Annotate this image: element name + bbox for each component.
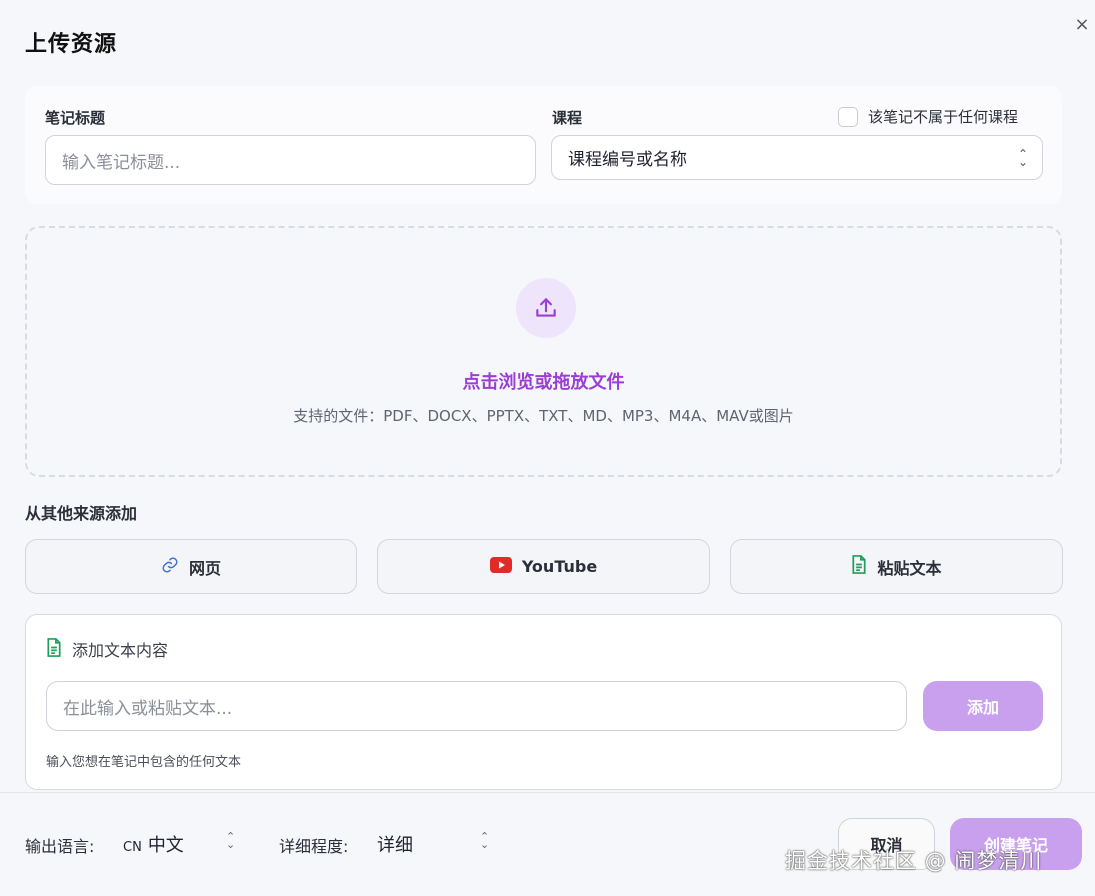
text-content-panel: 添加文本内容 在此输入或粘贴文本... 添加 输入您想在笔记中包含的任何文本	[25, 614, 1062, 790]
upload-icon	[516, 278, 576, 338]
note-title-placeholder: 输入笔记标题...	[62, 152, 181, 173]
course-select-value: 课程编号或名称	[568, 150, 687, 170]
dropzone-title[interactable]: 点击浏览或拖放文件	[27, 368, 1060, 394]
other-sources-title: 从其他来源添加	[25, 504, 138, 523]
youtube-label: YouTube	[521, 557, 598, 576]
course-select[interactable]: 课程编号或名称 ⌃ ⌄	[551, 135, 1043, 180]
add-text-button[interactable]: 添加	[923, 681, 1043, 731]
youtube-button[interactable]: YouTube	[377, 539, 710, 594]
document-icon	[851, 555, 867, 578]
detail-value: 详细	[377, 835, 413, 856]
close-icon[interactable]: ×	[1071, 14, 1093, 36]
no-course-checkbox[interactable]	[838, 106, 858, 127]
dialog-title: 上传资源	[25, 32, 118, 57]
text-panel-header: 添加文本内容	[46, 637, 168, 661]
language-label: 输出语言:	[25, 837, 95, 856]
webpage-label: 网页	[188, 558, 221, 578]
language-select[interactable]: CN 中文	[123, 831, 184, 857]
chevron-updown-icon: ⌃ ⌄	[1017, 146, 1028, 169]
detail-label: 详细程度:	[279, 837, 349, 856]
detail-select[interactable]: 详细	[377, 831, 413, 857]
course-label: 课程	[552, 109, 583, 127]
webpage-button[interactable]: 网页	[25, 539, 357, 594]
paste-text-input[interactable]: 在此输入或粘贴文本...	[46, 681, 907, 731]
note-title-label: 笔记标题	[45, 109, 106, 127]
no-course-toggle[interactable]: 该笔记不属于任何课程	[838, 106, 1018, 127]
youtube-icon	[489, 556, 512, 577]
paste-text-label: 粘贴文本	[877, 558, 942, 578]
file-dropzone[interactable]: 点击浏览或拖放文件 支持的文件：PDF、DOCX、PPTX、TXT、MD、MP3…	[25, 226, 1062, 477]
upload-dialog: 上传资源 × 笔记标题 输入笔记标题... 课程 该笔记不属于任何课程 课程编号…	[0, 0, 1095, 896]
text-panel-hint: 输入您想在笔记中包含的任何文本	[46, 755, 242, 770]
no-course-label: 该笔记不属于任何课程	[868, 108, 1019, 126]
language-value: 中文	[147, 835, 184, 856]
chevron-updown-icon[interactable]: ⌃ ⌄	[480, 831, 489, 850]
link-icon	[161, 556, 179, 578]
dialog-footer: 输出语言: CN 中文 ⌃ ⌄ 详细程度: 详细 ⌃ ⌄ 取消 创建笔记 掘金技术社区…	[0, 792, 1095, 896]
text-panel-title: 添加文本内容	[72, 641, 169, 660]
note-title-input[interactable]: 输入笔记标题...	[45, 135, 536, 185]
chevron-updown-icon[interactable]: ⌃ ⌄	[226, 831, 235, 850]
language-code: CN	[123, 840, 142, 855]
watermark: 掘金技术社区 @ 闹梦清川	[785, 849, 1043, 873]
dropzone-subtitle: 支持的文件：PDF、DOCX、PPTX、TXT、MD、MP3、M4A、MAV或图…	[293, 407, 794, 425]
document-icon	[46, 637, 62, 661]
paste-text-button[interactable]: 粘贴文本	[730, 539, 1063, 594]
paste-text-placeholder: 在此输入或粘贴文本...	[63, 698, 233, 719]
